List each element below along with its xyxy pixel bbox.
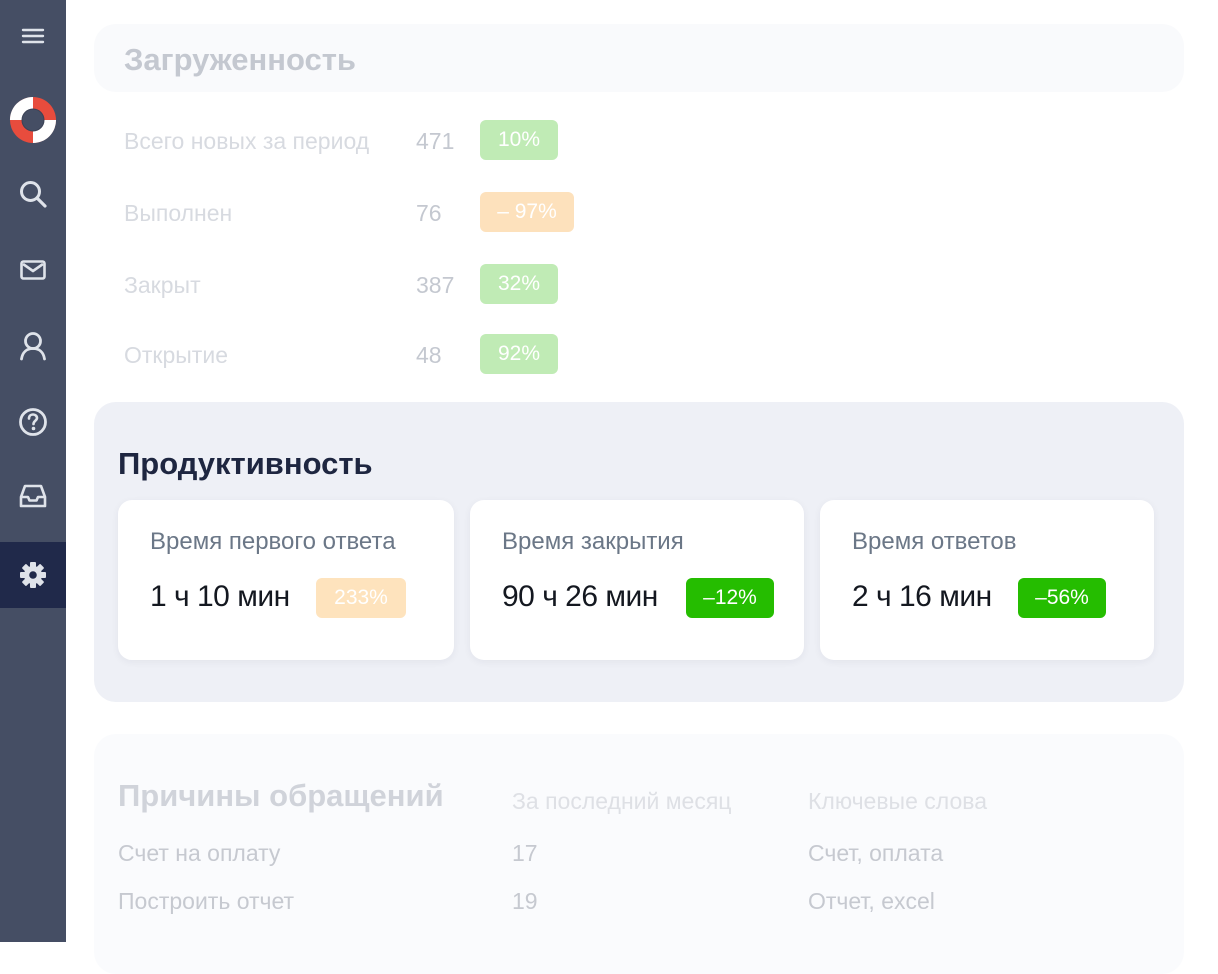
- sidebar: [0, 0, 66, 942]
- reason-keywords: Счет, оплата: [808, 840, 944, 866]
- productivity-title: Продуктивность: [118, 446, 373, 481]
- load-row-label: Выполнен: [124, 200, 233, 226]
- change-badge: 10%: [480, 120, 558, 160]
- lifebuoy-icon: [9, 96, 57, 144]
- settings-button[interactable]: [0, 542, 66, 608]
- mail-icon: [20, 260, 46, 280]
- change-badge: 92%: [480, 334, 558, 374]
- load-row-value: 76: [416, 200, 442, 226]
- change-badge: 32%: [480, 264, 558, 304]
- column-header-keywords: Ключевые слова: [808, 788, 987, 814]
- change-badge: 233%: [316, 578, 406, 618]
- metric-card[interactable]: Время первого ответа 1 ч 10 мин 233%: [118, 500, 454, 660]
- reason-count: 19: [512, 888, 538, 914]
- metric-value: 2 ч 16 мин: [852, 580, 992, 613]
- metric-value: 1 ч 10 мин: [150, 580, 290, 613]
- inbox-button[interactable]: [0, 476, 66, 516]
- load-row-label: Закрыт: [124, 272, 201, 298]
- search-icon: [18, 179, 48, 209]
- help-icon: [18, 407, 48, 437]
- mail-button[interactable]: [0, 252, 66, 288]
- load-row-label: Всего новых за период: [124, 128, 370, 154]
- load-title: Загруженность: [124, 42, 356, 77]
- reason-label: Счет на оплату: [118, 840, 281, 866]
- load-row: Открытие 48 92%: [124, 334, 624, 374]
- load-row: Всего новых за период 471 10%: [124, 120, 624, 160]
- reason-keywords: Отчет, excel: [808, 888, 935, 914]
- load-row-label: Открытие: [124, 342, 228, 368]
- metric-label: Время ответов: [852, 528, 1017, 555]
- change-badge: – 97%: [480, 192, 574, 232]
- reasons-panel: Причины обращений За последний месяц Клю…: [94, 734, 1184, 974]
- main-content: Загруженность Всего новых за период 471 …: [66, 0, 1218, 974]
- change-badge: –12%: [686, 578, 774, 618]
- search-button[interactable]: [0, 174, 66, 214]
- load-row-value: 387: [416, 272, 455, 298]
- load-section-header: Загруженность: [94, 24, 1184, 92]
- support-logo[interactable]: [0, 92, 66, 148]
- reason-label: Построить отчет: [118, 888, 295, 914]
- load-row: Выполнен 76 – 97%: [124, 192, 624, 232]
- load-row-value: 471: [416, 128, 455, 154]
- menu-button[interactable]: [0, 16, 66, 56]
- load-row: Закрыт 387 32%: [124, 264, 624, 304]
- metric-card[interactable]: Время закрытия 90 ч 26 мин –12%: [470, 500, 804, 660]
- gear-icon: [19, 561, 47, 589]
- reason-count: 17: [512, 840, 538, 866]
- user-icon: [19, 331, 47, 361]
- help-button[interactable]: [0, 402, 66, 442]
- productivity-panel: Продуктивность Время первого ответа 1 ч …: [94, 402, 1184, 702]
- metric-value: 90 ч 26 мин: [502, 580, 658, 613]
- metric-label: Время закрытия: [502, 528, 684, 555]
- metric-label: Время первого ответа: [150, 528, 396, 555]
- metric-card[interactable]: Время ответов 2 ч 16 мин –56%: [820, 500, 1154, 660]
- change-badge: –56%: [1018, 578, 1106, 618]
- menu-icon: [21, 27, 45, 45]
- load-row-value: 48: [416, 342, 442, 368]
- inbox-icon: [18, 483, 48, 509]
- column-header-last-month: За последний месяц: [512, 788, 732, 814]
- reasons-title: Причины обращений: [118, 778, 444, 813]
- contacts-button[interactable]: [0, 326, 66, 366]
